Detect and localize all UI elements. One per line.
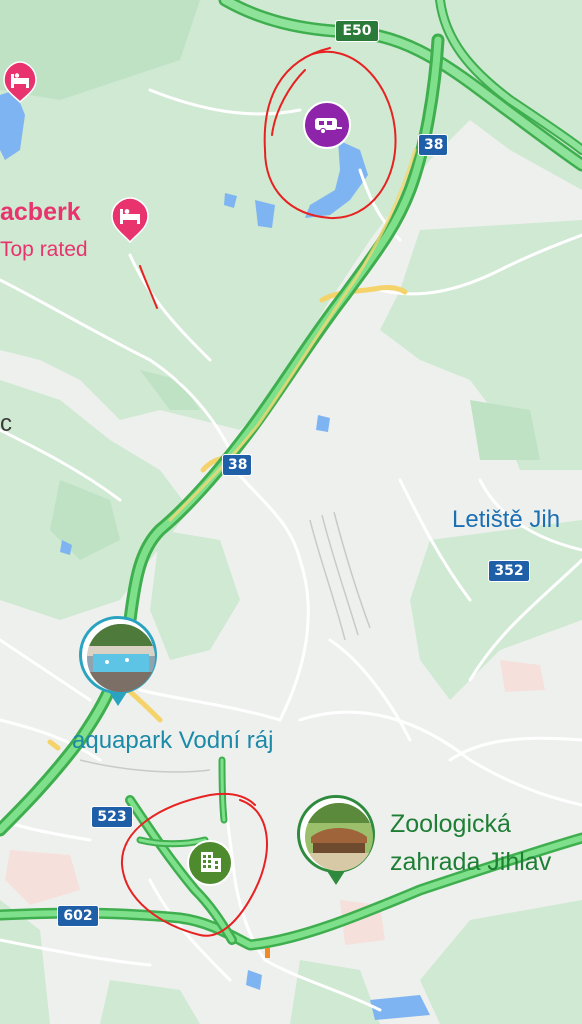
campground-marker[interactable] (303, 101, 351, 149)
zoo-photo (305, 803, 373, 871)
zoo-label-line1[interactable]: Zoologická (390, 810, 511, 839)
hotel-bed-icon (111, 197, 149, 244)
hotel-marker-acberk[interactable] (109, 196, 151, 244)
airport-label[interactable]: Letiště Jih (452, 506, 560, 534)
zoo-label-line2[interactable]: zahrada Jihlav (390, 848, 551, 877)
road-shield-e50: E50 (335, 20, 379, 42)
aquapark-photo-pin[interactable] (79, 616, 157, 694)
zoo-pin-tail (327, 871, 345, 885)
hotel-marker-top[interactable] (0, 60, 40, 104)
aquapark-pin-tail (109, 692, 127, 706)
building-marker[interactable] (187, 840, 233, 886)
cut-off-place-label: c (0, 410, 12, 437)
road-shield-523: 523 (91, 806, 133, 828)
caravan-icon (315, 118, 342, 135)
aquapark-label[interactable]: aquapark Vodní ráj (72, 727, 273, 755)
road-shield-38-mid: 38 (222, 454, 252, 476)
map-canvas[interactable]: acberk Top rated E50 38 38 352 523 602 c… (0, 0, 582, 1024)
zoo-photo-pin[interactable] (297, 795, 375, 873)
hotel-rating-label: Top rated (0, 238, 88, 261)
hotel-bed-icon (3, 61, 37, 104)
road-shield-38-top: 38 (418, 134, 448, 156)
office-building-icon (201, 852, 221, 872)
hotel-name-label[interactable]: acberk (0, 198, 81, 227)
aquapark-photo (87, 624, 155, 692)
road-shield-352: 352 (488, 560, 530, 582)
road-incident-marker (265, 948, 270, 958)
road-shield-602: 602 (57, 905, 99, 927)
